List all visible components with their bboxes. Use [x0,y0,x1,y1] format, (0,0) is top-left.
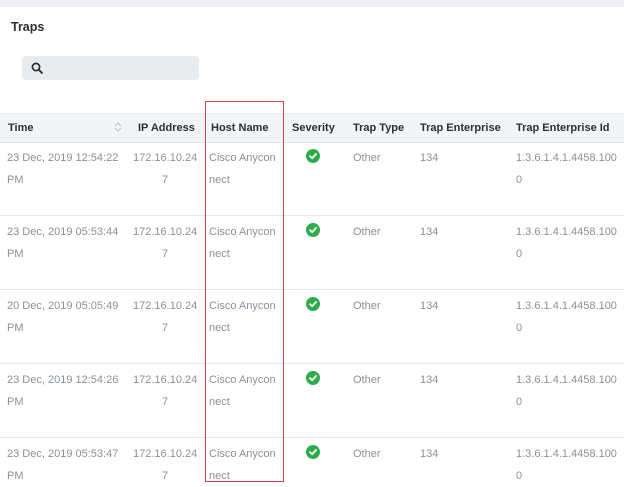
trap-enterprise-cell: 134 [420,374,439,386]
trap-enterprise-id-cell: 1.3.6.1.4.1.4458.100 0 [516,226,617,260]
ip-cell: 172.16.10.24 7 [133,152,198,186]
time-cell: 23 Dec, 2019 05:53:44 PM [7,226,119,260]
trap-enterprise-cell: 134 [420,226,439,238]
check-circle-icon [306,445,320,459]
table-row[interactable]: 23 Dec, 2019 12:54:22 PM 172.16.10.24 7 Ci… [0,142,624,216]
trap-enterprise-cell: 134 [420,152,439,164]
table-header: Time IP Address Host Name Severity Trap … [0,113,624,143]
trap-enterprise-id-cell: 1.3.6.1.4.1.4458.100 0 [516,374,617,408]
trap-type-cell: Other [353,152,381,164]
time-cell: 23 Dec, 2019 12:54:26 PM [7,374,119,408]
check-circle-icon [306,223,320,237]
trap-enterprise-cell: 134 [420,300,439,312]
search-icon [31,62,43,74]
trap-enterprise-id-cell: 1.3.6.1.4.1.4458.100 0 [516,300,617,334]
time-cell: 23 Dec, 2019 12:54:22 PM [7,152,119,186]
check-circle-icon [306,297,320,311]
check-circle-icon [306,149,320,163]
search-box[interactable] [22,56,199,80]
trap-type-cell: Other [353,300,381,312]
ip-cell: 172.16.10.24 7 [133,374,198,408]
table-row[interactable]: 20 Dec, 2019 05:05:49 PM 172.16.10.24 7 Ci… [0,290,624,364]
table-row[interactable]: 23 Dec, 2019 05:53:44 PM 172.16.10.24 7 Ci… [0,216,624,290]
trap-enterprise-id-cell: 1.3.6.1.4.1.4458.100 0 [516,448,617,482]
sort-icon[interactable] [113,121,123,133]
ip-cell: 172.16.10.24 7 [133,226,198,260]
time-cell: 20 Dec, 2019 05:05:49 PM [7,300,119,334]
column-header-time[interactable]: Time [8,122,33,134]
column-header-severity[interactable]: Severity [292,122,335,134]
column-header-trap-type[interactable]: Trap Type [353,122,404,134]
trap-enterprise-id-cell: 1.3.6.1.4.1.4458.100 0 [516,152,617,186]
trap-type-cell: Other [353,374,381,386]
time-cell: 23 Dec, 2019 05:53:47 PM [7,448,119,482]
trap-type-cell: Other [353,448,381,460]
table-row[interactable]: 23 Dec, 2019 05:53:47 PM 172.16.10.24 7 Ci… [0,438,624,487]
column-header-trap-enterprise[interactable]: Trap Enterprise [420,122,501,134]
trap-type-cell: Other [353,226,381,238]
top-strip [0,0,624,7]
host-name-highlight-box [205,101,284,482]
search-input[interactable] [50,59,194,79]
trap-enterprise-cell: 134 [420,448,439,460]
ip-cell: 172.16.10.24 7 [133,448,198,482]
check-circle-icon [306,371,320,385]
panel-title: Traps [11,20,45,34]
table-row[interactable]: 23 Dec, 2019 12:54:26 PM 172.16.10.24 7 Ci… [0,364,624,438]
column-header-trap-enterprise-id[interactable]: Trap Enterprise Id [516,122,610,134]
ip-cell: 172.16.10.24 7 [133,300,198,334]
column-header-ip-address[interactable]: IP Address [138,122,195,134]
